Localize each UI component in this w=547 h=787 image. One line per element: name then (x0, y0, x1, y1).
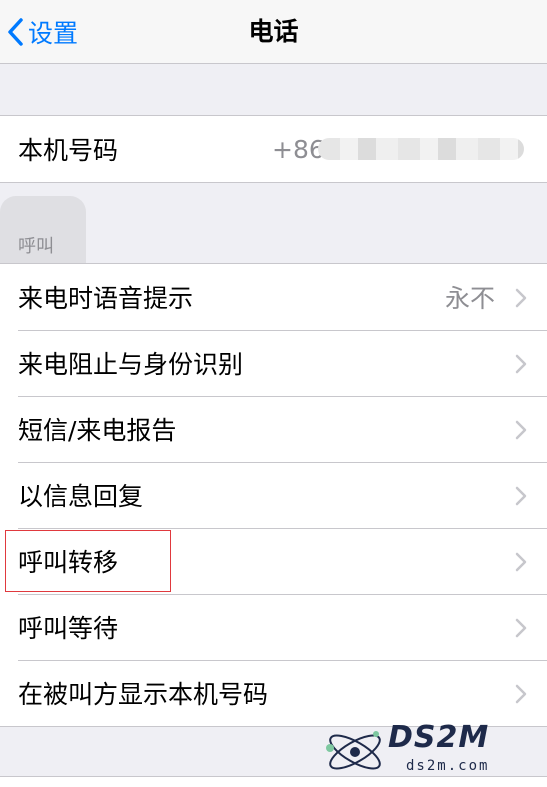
page-title: 电话 (248, 17, 299, 46)
row-show-caller-id[interactable]: 在被叫方显示本机号码 (0, 660, 547, 726)
my-number-value: +86 (272, 134, 325, 164)
row-label: 以信息回复 (18, 482, 144, 511)
watermark-brand: DS2M (388, 720, 490, 755)
row-label: 呼叫等待 (18, 614, 119, 643)
row-label: 短信/来电报告 (18, 416, 177, 445)
chevron-right-icon (515, 288, 527, 308)
chevron-right-icon (515, 486, 527, 506)
row-call-blocking[interactable]: 来电阻止与身份识别 (0, 330, 547, 396)
chevron-right-icon (515, 420, 527, 440)
watermark-logo: DS2M ds2m.com (322, 720, 542, 780)
row-label: 在被叫方显示本机号码 (18, 680, 269, 709)
chevron-right-icon (515, 354, 527, 374)
chevron-right-icon (515, 618, 527, 638)
my-number-row[interactable]: 本机号码 +86 (0, 116, 547, 182)
row-label: 来电时语音提示 (18, 284, 194, 313)
row-respond-with-text[interactable]: 以信息回复 (0, 462, 547, 528)
call-forwarding-highlight-box (5, 530, 171, 592)
chevron-right-icon (515, 552, 527, 572)
row-call-waiting[interactable]: 呼叫等待 (0, 594, 547, 660)
chevron-right-icon (515, 684, 527, 704)
atom-logo-icon (326, 731, 381, 770)
row-sms-call-report[interactable]: 短信/来电报告 (0, 396, 547, 462)
section-header-calls: 呼叫 (18, 236, 54, 257)
watermark-site: ds2m.com (406, 758, 490, 774)
row-label: 来电阻止与身份识别 (18, 350, 244, 379)
redacted-number (318, 138, 524, 160)
calls-group: 来电时语音提示 永不 来电阻止与身份识别 短信/来电报告 以信息回复 呼叫转移 … (0, 263, 547, 727)
row-voice-announce[interactable]: 来电时语音提示 永不 (0, 264, 547, 330)
my-number-label: 本机号码 (18, 136, 119, 165)
row-value: 永不 (444, 284, 495, 313)
my-number-group: 本机号码 +86 (0, 115, 547, 183)
navigation-bar: 设置 电话 (0, 0, 547, 64)
